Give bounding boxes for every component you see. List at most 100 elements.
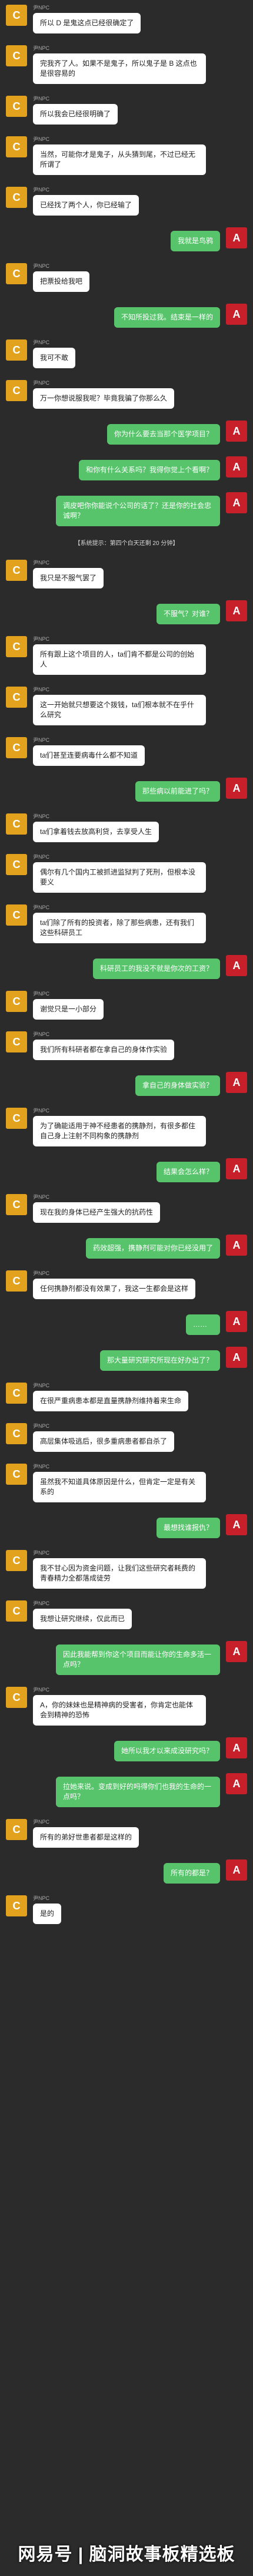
npc-message-row: C 尹NPC 我们所有科研者都在拿自己的身体作实验 — [0, 1031, 253, 1060]
player-avatar[interactable]: A — [226, 421, 247, 442]
npc-avatar[interactable]: C — [6, 1600, 27, 1622]
npc-avatar[interactable]: C — [6, 687, 27, 708]
player-avatar[interactable]: A — [226, 304, 247, 325]
npc-message-bubble: 我想让研究继续，仅此而已 — [33, 1609, 132, 1629]
player-avatar[interactable]: A — [226, 1072, 247, 1093]
npc-avatar[interactable]: C — [6, 1550, 27, 1571]
npc-avatar[interactable]: C — [6, 991, 27, 1012]
sender-name: 尹NPC — [33, 813, 50, 819]
npc-message-bubble: 把票投给我吧 — [33, 271, 90, 292]
npc-message-column: 尹NPC 这一开始就只想要这个拨钱，ta们根本就不在乎什么研究 — [33, 687, 206, 725]
sender-name: 尹NPC — [33, 1600, 50, 1606]
player-avatar[interactable]: A — [226, 778, 247, 799]
npc-avatar[interactable]: C — [6, 1108, 27, 1129]
npc-message-row: C 尹NPC 当然，可能你才是鬼子，从头猜到尾，不过已经无所谓了 — [0, 136, 253, 175]
npc-message-column: 尹NPC A，你的妹妹也是精神病的受害者，你肯定也能体会到精神的恐怖 — [33, 1687, 206, 1726]
player-avatar[interactable]: A — [226, 1235, 247, 1256]
npc-message-bubble: 所以我会已经很明确了 — [33, 104, 118, 125]
npc-avatar[interactable]: C — [6, 1031, 27, 1052]
npc-message-column: 尹NPC 任何携静剂都没有效果了，我这一生都会是这样 — [33, 1270, 196, 1299]
sender-name: 尹NPC — [33, 1687, 50, 1693]
player-message-bubble: 不服气？对谁？ — [156, 604, 220, 624]
npc-message-row: C 尹NPC ta们甚至连要病毒什么都不知道 — [0, 737, 253, 766]
npc-avatar[interactable]: C — [6, 1464, 27, 1485]
sender-name: 尹NPC — [33, 1383, 50, 1388]
npc-avatar[interactable]: C — [6, 1194, 27, 1215]
sender-name: 尹NPC — [33, 904, 50, 910]
npc-message-row: C 尹NPC 高层集体吸逃后，很多重病患者都自杀了 — [0, 1423, 253, 1452]
npc-avatar[interactable]: C — [6, 1895, 27, 1916]
player-message-bubble: 和你有什么关系吗？我得你觉上个看啊？ — [78, 460, 220, 480]
npc-avatar[interactable]: C — [6, 854, 27, 875]
player-avatar[interactable]: A — [226, 1311, 247, 1332]
npc-message-bubble: 是的 — [33, 1904, 62, 1924]
player-avatar[interactable]: A — [226, 1737, 247, 1758]
npc-avatar[interactable]: C — [6, 1819, 27, 1840]
npc-avatar[interactable]: C — [6, 636, 27, 657]
player-avatar[interactable]: A — [226, 1859, 247, 1881]
npc-message-column: 尹NPC 所以 D 是鬼这点已经很确定了 — [33, 5, 141, 33]
player-message-bubble: 不知所投过我。结束是一样的 — [114, 307, 220, 328]
npc-message-bubble: 这一开始就只想要这个拨钱，ta们根本就不在乎什么研究 — [33, 695, 206, 725]
npc-avatar[interactable]: C — [6, 5, 27, 26]
npc-message-column: 尹NPC 在很严重病患本都是直量携静剂维持着来生命 — [33, 1383, 189, 1411]
npc-message-row: C 尹NPC 在很严重病患本都是直量携静剂维持着来生命 — [0, 1383, 253, 1411]
npc-avatar[interactable]: C — [6, 813, 27, 835]
npc-avatar[interactable]: C — [6, 136, 27, 157]
npc-avatar[interactable]: C — [6, 263, 27, 284]
player-avatar[interactable]: A — [226, 1641, 247, 1662]
npc-avatar[interactable]: C — [6, 737, 27, 758]
player-avatar[interactable]: A — [226, 1347, 247, 1368]
npc-avatar[interactable]: C — [6, 45, 27, 66]
npc-message-bubble: 我不甘心因为资金问题，让我们这些研究者耗费的青春精力全都落成徒劳 — [33, 1558, 206, 1589]
player-avatar[interactable]: A — [226, 1773, 247, 1794]
npc-message-row: C 尹NPC 已经找了两个人，你已经输了 — [0, 187, 253, 216]
npc-message-column: 尹NPC 现在我的身体已经产生强大的抗药性 — [33, 1194, 161, 1223]
player-message-row: 调皮吧你你能说个公司的话了？还是你的社会忠诚啊？ A — [0, 492, 253, 526]
npc-avatar[interactable]: C — [6, 904, 27, 926]
npc-avatar[interactable]: C — [6, 1423, 27, 1444]
npc-message-row: C 尹NPC 所有的弟好世患者都是这样的 — [0, 1819, 253, 1848]
player-message-row: 药效超强，携静剂可能对你已经没用了 A — [0, 1235, 253, 1259]
npc-avatar[interactable]: C — [6, 187, 27, 208]
player-avatar[interactable]: A — [226, 492, 247, 513]
npc-avatar[interactable]: C — [6, 1383, 27, 1404]
sender-name: 尹NPC — [33, 380, 50, 386]
npc-message-row: C 尹NPC 把票投给我吧 — [0, 263, 253, 292]
npc-message-bubble: 我只是不服气罢了 — [33, 568, 104, 588]
npc-message-row: C 尹NPC 完我齐了人。如果不是鬼子，所以鬼子是 B 这点也是很容易的 — [0, 45, 253, 84]
npc-avatar[interactable]: C — [6, 339, 27, 361]
npc-avatar[interactable]: C — [6, 1270, 27, 1292]
npc-message-row: C 尹NPC 这一开始就只想要这个拨钱，ta们根本就不在乎什么研究 — [0, 687, 253, 725]
player-message-bubble: 她所以我才以来成没研究吗？ — [114, 1741, 220, 1761]
player-message-row: 那些病以前能进了吗？ A — [0, 778, 253, 802]
player-message-bubble: 科研员工的我没不就是你次的工资？ — [92, 959, 220, 979]
npc-message-row: C 尹NPC 我可不敢 — [0, 339, 253, 368]
player-message-bubble: 那大量研究研究所现在好办出了？ — [99, 1350, 220, 1371]
npc-message-row: C 尹NPC ta们拿着钱去放高利贷，去享受人生 — [0, 813, 253, 842]
npc-avatar[interactable]: C — [6, 96, 27, 117]
npc-message-bubble: 为了确能适用于神不经患者的携静剂，有很多都住自己身上注射不同构象的携静剂 — [33, 1116, 206, 1146]
player-message-bubble: 结果会怎么样？ — [156, 1162, 220, 1182]
player-message-row: 拿自己的身体做实验？ A — [0, 1072, 253, 1096]
player-message-bubble: 拉她来说。变成到好的吗得你们也我的生命的一点吗？ — [56, 1777, 220, 1807]
player-avatar[interactable]: A — [226, 600, 247, 621]
player-avatar[interactable]: A — [226, 456, 247, 477]
player-avatar[interactable]: A — [226, 955, 247, 976]
npc-message-column: 尹NPC 已经找了两个人，你已经输了 — [33, 187, 139, 216]
npc-message-bubble: A，你的妹妹也是精神病的受害者，你肯定也能体会到精神的恐怖 — [33, 1695, 206, 1726]
player-avatar[interactable]: A — [226, 1514, 247, 1535]
sender-name: 尹NPC — [33, 1108, 50, 1114]
player-message-row: 不知所投过我。结束是一样的 A — [0, 304, 253, 328]
player-message-row: 所有的都是？ A — [0, 1859, 253, 1884]
npc-avatar[interactable]: C — [6, 380, 27, 401]
npc-message-bubble: 所有跟上这个项目的人，ta们肯不都是公司的创始人 — [33, 644, 206, 675]
npc-avatar[interactable]: C — [6, 560, 27, 581]
player-avatar[interactable]: A — [226, 227, 247, 248]
npc-message-row: C 尹NPC 我不甘心因为资金问题，让我们这些研究者耗费的青春精力全都落成徒劳 — [0, 1550, 253, 1589]
player-avatar[interactable]: A — [226, 1158, 247, 1179]
npc-avatar[interactable]: C — [6, 1687, 27, 1708]
sender-name: 尹NPC — [33, 1464, 50, 1469]
npc-message-column: 尹NPC 我不甘心因为资金问题，让我们这些研究者耗费的青春精力全都落成徒劳 — [33, 1550, 206, 1589]
player-message-row: 你为什么要去当那个医学项目？ A — [0, 421, 253, 445]
